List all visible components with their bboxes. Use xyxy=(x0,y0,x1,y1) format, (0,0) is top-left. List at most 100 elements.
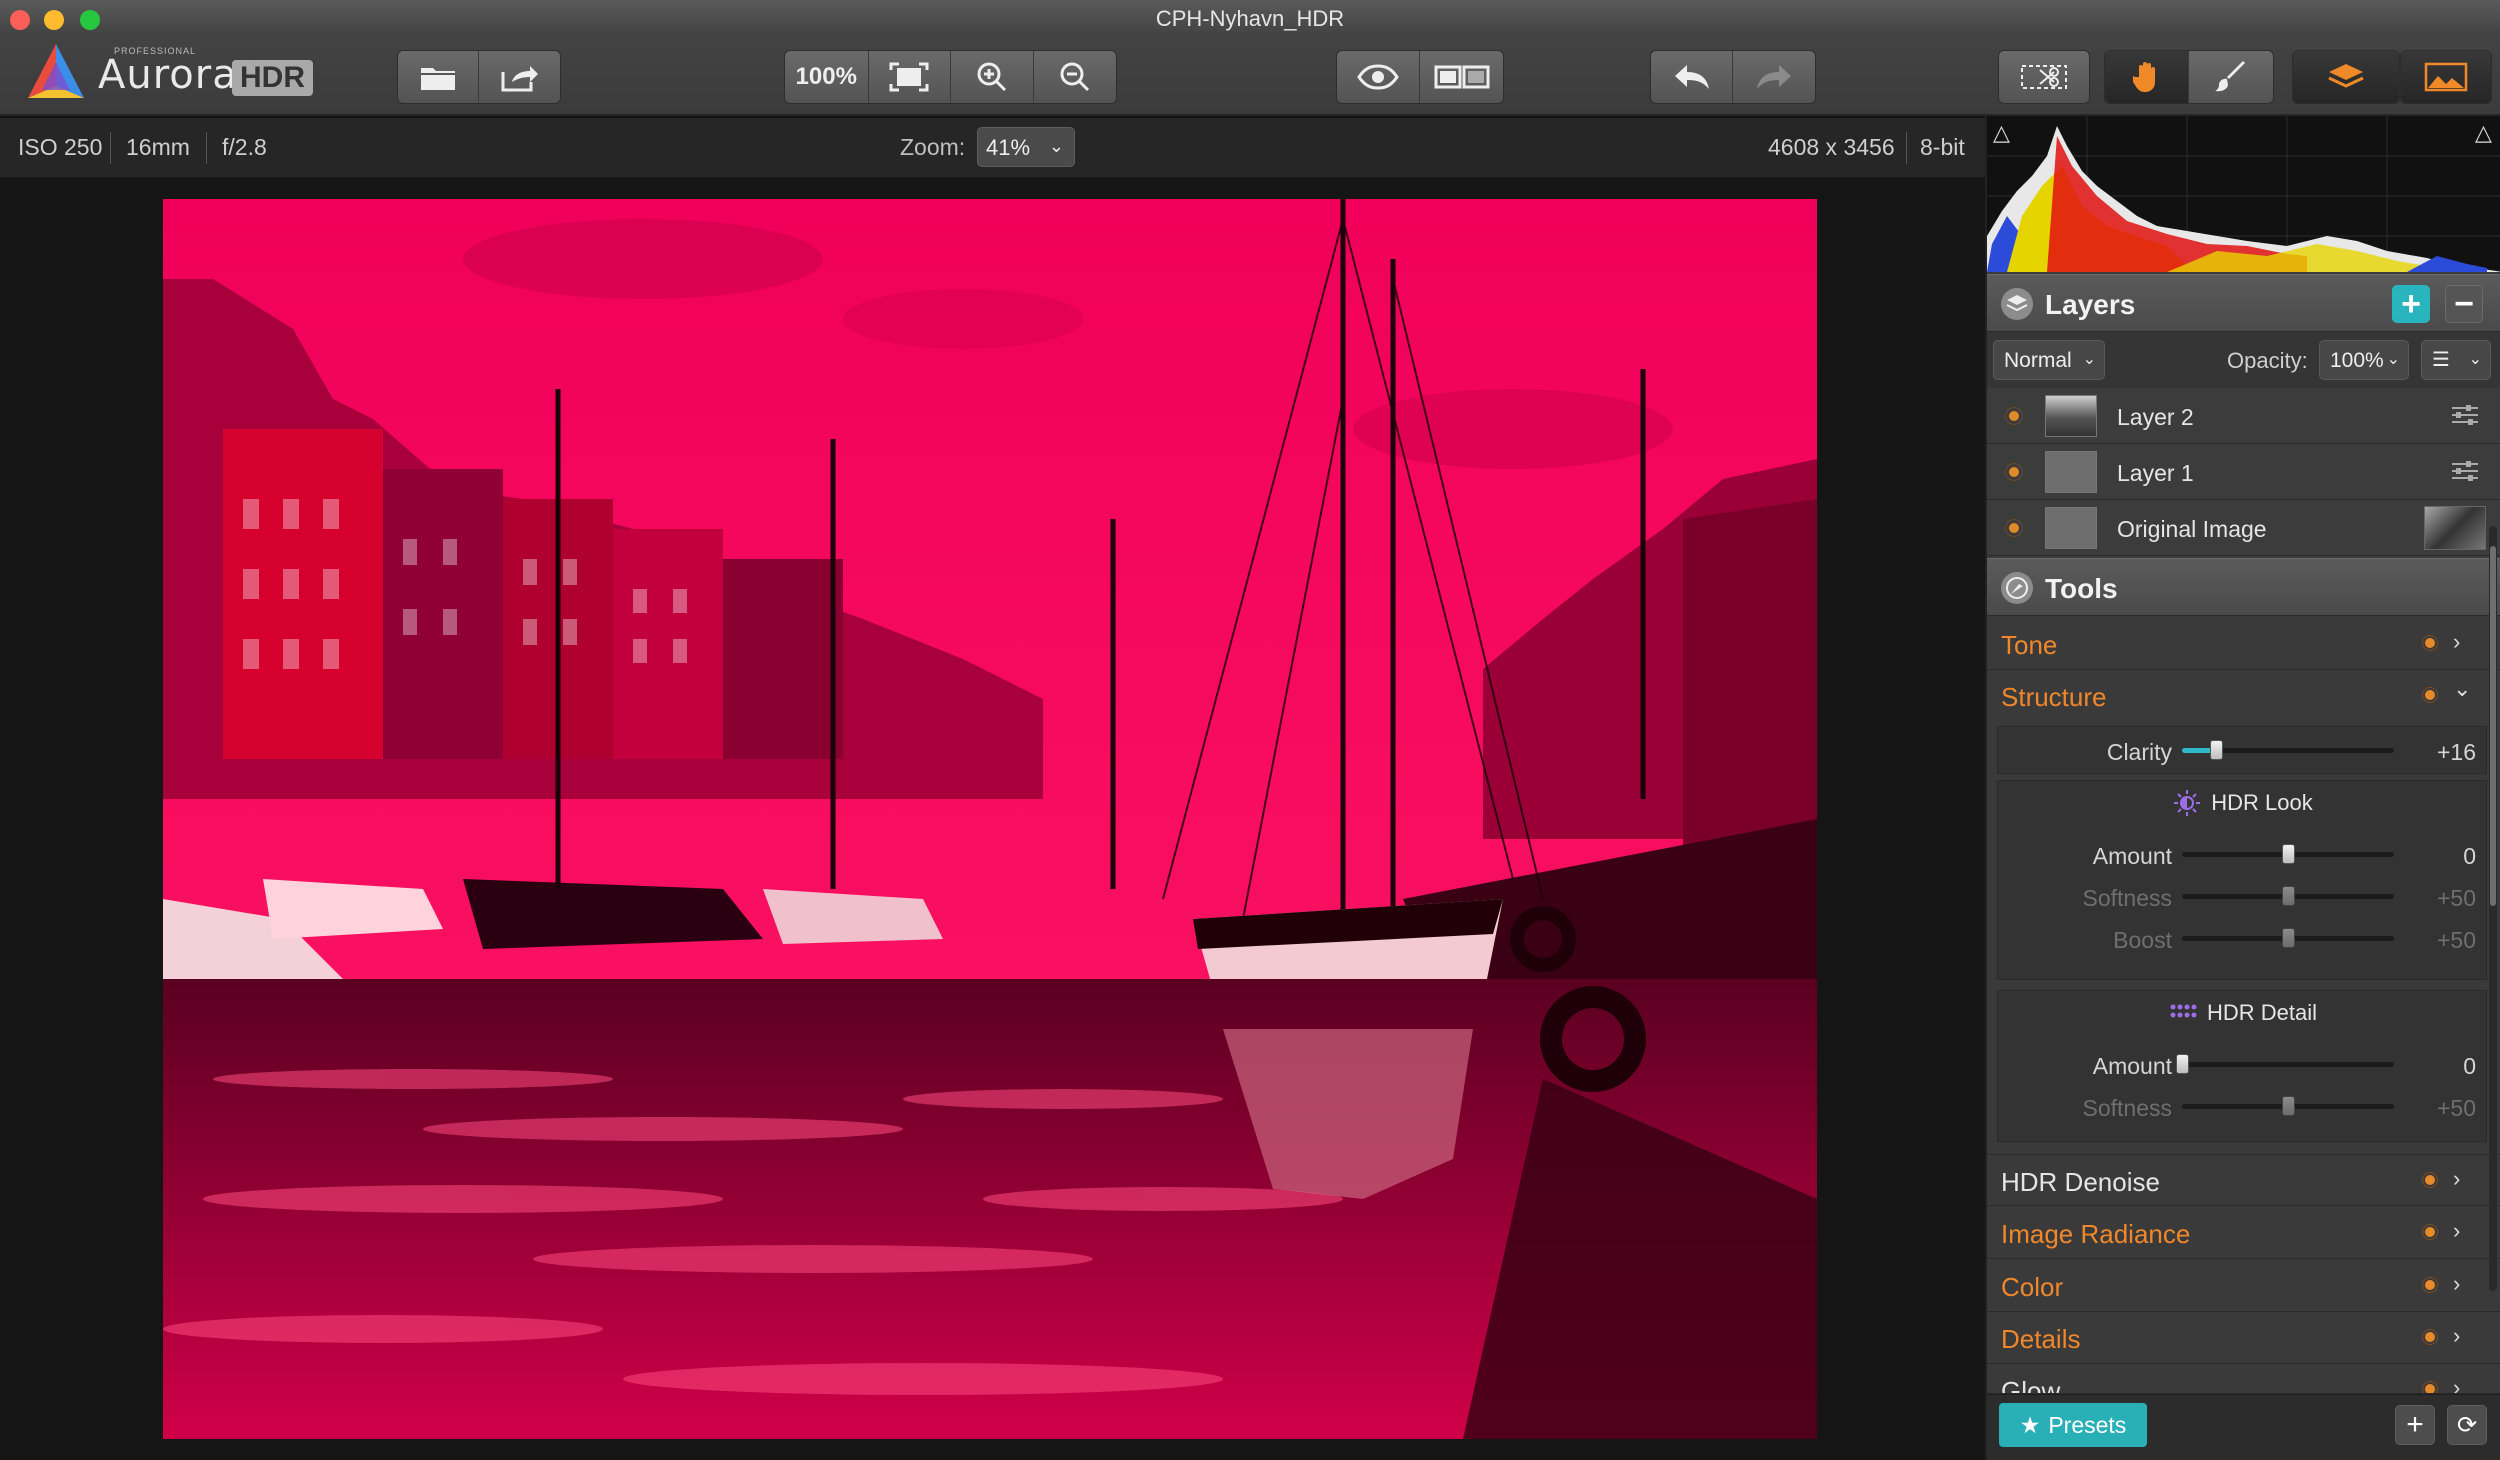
histogram-panel-toggle[interactable] xyxy=(2401,51,2491,103)
add-preset-button[interactable]: + xyxy=(2395,1405,2435,1445)
tools-title: Tools xyxy=(2045,573,2118,604)
hdr-look-amount-row: Amount 0 xyxy=(1998,833,2488,875)
hdr-look-boost-slider[interactable] xyxy=(2182,928,2394,948)
tool-structure[interactable]: Structure ⌄ xyxy=(1987,670,2500,722)
hdr-detail-softness-slider[interactable] xyxy=(2182,1096,2394,1116)
clarity-slider-row: Clarity +16 xyxy=(1998,729,2488,771)
tool-toggle[interactable] xyxy=(2425,638,2435,648)
slider-knob[interactable] xyxy=(2282,928,2295,948)
layers-icon xyxy=(2001,288,2033,320)
tool-hdr-denoise[interactable]: HDR Denoise › xyxy=(1987,1154,2500,1206)
layers-panel-toggle[interactable] xyxy=(2293,51,2399,103)
view-button-group xyxy=(1336,50,1504,104)
highlight-clipping-icon[interactable]: △ xyxy=(2475,120,2492,146)
hdr-detail-header: HDR Detail xyxy=(1998,991,2488,1033)
layer-row-layer-1[interactable]: Layer 1 xyxy=(1987,444,2500,500)
slider-knob[interactable] xyxy=(2282,844,2295,864)
logo-text: Aurora xyxy=(98,52,238,98)
tool-color[interactable]: Color › xyxy=(1987,1260,2500,1312)
tool-toggle[interactable] xyxy=(2425,690,2435,700)
app-logo: PROFESSIONAL Aurora HDR xyxy=(24,42,314,102)
hdr-look-amount-slider[interactable] xyxy=(2182,844,2394,864)
tools-scrollbar[interactable] xyxy=(2489,526,2497,1291)
tool-name: Image Radiance xyxy=(2001,1219,2191,1249)
tool-toggle[interactable] xyxy=(2425,1280,2435,1290)
fit-screen-button[interactable] xyxy=(869,51,951,103)
hdr-look-softness-slider[interactable] xyxy=(2182,886,2394,906)
tool-glow[interactable]: Glow › xyxy=(1987,1364,2500,1394)
zoom-button-group: 100% xyxy=(784,50,1117,104)
clarity-slider[interactable] xyxy=(2182,740,2394,760)
undo-button[interactable] xyxy=(1651,51,1733,103)
redo-button[interactable] xyxy=(1733,51,1815,103)
tools-header[interactable]: Tools xyxy=(1987,558,2500,616)
zoom-in-button[interactable] xyxy=(951,51,1034,103)
scrollbar-thumb[interactable] xyxy=(2490,546,2496,906)
image-dimensions: 4608 x 3456 xyxy=(1768,134,1895,160)
eye-icon xyxy=(1357,64,1399,90)
histogram: △ △ xyxy=(1987,116,2500,272)
shadow-clipping-icon[interactable]: △ xyxy=(1993,120,2010,146)
layer-adjust-icon[interactable] xyxy=(2450,402,2480,428)
slider-label: Amount xyxy=(2092,843,2172,869)
remove-layer-button[interactable]: − xyxy=(2445,285,2483,323)
chevron-down-icon: ⌄ xyxy=(2082,351,2096,368)
layer-visibility-toggle[interactable] xyxy=(2009,411,2019,421)
preview-button[interactable] xyxy=(1337,51,1420,103)
tool-toggle[interactable] xyxy=(2425,1227,2435,1237)
layer-options-menu[interactable]: ☰ ⌄ xyxy=(2421,340,2491,380)
zoom-select[interactable]: 41% ⌄ xyxy=(977,127,1075,167)
zoom-out-button[interactable] xyxy=(1034,51,1117,103)
tool-details[interactable]: Details › xyxy=(1987,1312,2500,1364)
slider-knob[interactable] xyxy=(2282,1096,2295,1116)
add-layer-button[interactable]: + xyxy=(2392,285,2430,323)
slider-knob[interactable] xyxy=(2209,740,2223,760)
crop-button-group xyxy=(1998,50,2090,104)
slider-knob[interactable] xyxy=(2176,1054,2189,1074)
slider-value: +50 xyxy=(2436,1095,2476,1121)
slider-label: Amount xyxy=(2092,1053,2172,1079)
aperture-info: f/2.8 xyxy=(222,134,267,160)
layer-visibility-toggle[interactable] xyxy=(2009,467,2019,477)
layer-adjust-icon[interactable] xyxy=(2450,458,2480,484)
hdr-detail-amount-slider[interactable] xyxy=(2176,1054,2394,1074)
star-icon: ★ xyxy=(2019,1411,2041,1438)
tool-toggle[interactable] xyxy=(2425,1332,2435,1342)
top-toolbar: CPH-Nyhavn_HDR PROFESSIONAL Aurora HDR 1… xyxy=(0,0,2500,116)
chevron-down-icon: ⌄ xyxy=(2386,351,2400,368)
chevron-right-icon: › xyxy=(2453,1166,2461,1191)
harbor-photo-image xyxy=(163,199,1817,1439)
hand-tool-button[interactable] xyxy=(2105,51,2189,103)
tool-image-radiance[interactable]: Image Radiance › xyxy=(1987,1207,2500,1259)
chevron-down-icon: ⌄ xyxy=(2468,351,2482,368)
blend-mode-select[interactable]: Normal ⌄ xyxy=(1993,340,2105,380)
layers-title: Layers xyxy=(2045,289,2136,320)
layers-toggle-group xyxy=(2292,50,2400,104)
slider-value: 0 xyxy=(2463,1053,2476,1079)
layer-name: Original Image xyxy=(2117,516,2267,542)
focal-length-info: 16mm xyxy=(126,134,190,160)
image-canvas[interactable] xyxy=(0,179,1985,1460)
photo-preview[interactable] xyxy=(163,199,1817,1439)
original-image-thumbnail xyxy=(2424,506,2486,550)
crop-button[interactable] xyxy=(1999,51,2089,103)
slider-knob[interactable] xyxy=(2282,886,2295,906)
layer-visibility-toggle[interactable] xyxy=(2009,523,2019,533)
zoom-100-button[interactable]: 100% xyxy=(785,51,869,103)
compare-button[interactable] xyxy=(1420,51,1503,103)
opacity-select[interactable]: 100% ⌄ xyxy=(2319,340,2409,380)
refresh-preset-button[interactable]: ⟳ xyxy=(2447,1405,2487,1445)
histogram-toggle-group xyxy=(2400,50,2492,104)
layer-row-original-image[interactable]: Original Image xyxy=(1987,500,2500,556)
open-button[interactable] xyxy=(398,51,479,103)
presets-button[interactable]: ★ Presets xyxy=(1999,1403,2147,1447)
tool-toggle[interactable] xyxy=(2425,1175,2435,1185)
layers-header[interactable]: Layers + − xyxy=(1987,274,2500,332)
layer-row-layer-2[interactable]: Layer 2 xyxy=(1987,388,2500,444)
chevron-down-icon: ⌄ xyxy=(1048,136,1064,156)
presets-bar: ★ Presets + ⟳ xyxy=(1987,1394,2500,1460)
tool-toggle[interactable] xyxy=(2425,1384,2435,1393)
share-button[interactable] xyxy=(479,51,560,103)
tool-tone[interactable]: Tone › xyxy=(1987,618,2500,670)
brush-tool-button[interactable] xyxy=(2189,51,2273,103)
